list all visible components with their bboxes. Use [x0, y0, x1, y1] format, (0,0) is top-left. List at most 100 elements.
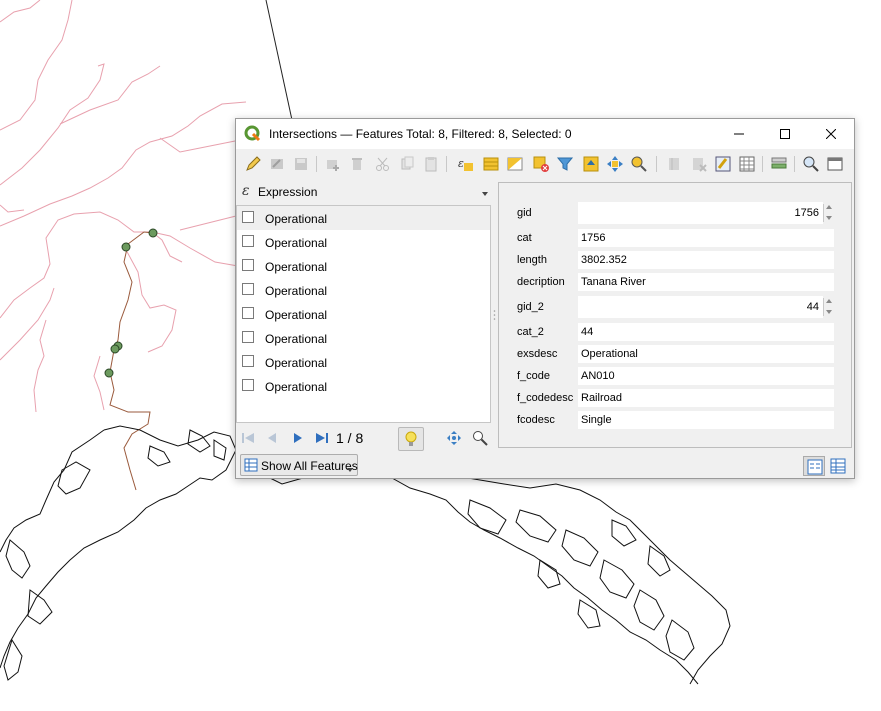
minimize-icon — [734, 133, 744, 135]
close-button[interactable] — [808, 119, 854, 149]
save-edits-icon[interactable] — [292, 155, 310, 173]
list-item[interactable]: Operational — [237, 374, 490, 398]
feature-checkbox[interactable] — [242, 283, 254, 295]
feature-checkbox[interactable] — [242, 331, 254, 343]
title-bar[interactable]: Intersections — Features Total: 8, Filte… — [236, 119, 854, 149]
minimize-button[interactable] — [716, 119, 762, 149]
add-feature-icon[interactable] — [324, 155, 342, 173]
feature-checkbox[interactable] — [242, 259, 254, 271]
boundary-line — [265, 0, 293, 121]
list-item[interactable]: Operational — [237, 302, 490, 326]
field-label-cat-2: cat_2 — [517, 326, 544, 338]
feature-checkbox[interactable] — [242, 379, 254, 391]
maximize-icon — [780, 129, 790, 139]
qgis-icon — [244, 125, 261, 142]
feature-checkbox[interactable] — [242, 355, 254, 367]
spin-down-icon[interactable] — [826, 310, 832, 314]
paste-icon[interactable] — [422, 155, 440, 173]
move-selection-top-icon[interactable] — [582, 155, 600, 173]
feature-label: Operational — [265, 212, 328, 226]
cut-icon[interactable] — [374, 155, 392, 173]
spin-up-icon[interactable] — [826, 205, 832, 209]
lightbulb-icon — [405, 431, 417, 446]
feature-checkbox[interactable] — [242, 307, 254, 319]
display-expression-selector[interactable]: ε Expression — [238, 181, 492, 203]
gid-spinbox[interactable]: 1756 — [578, 202, 834, 224]
show-all-features-label: Show All Features — [261, 459, 358, 473]
expression-label: Expression — [258, 185, 318, 199]
dock-icon[interactable] — [826, 155, 844, 173]
list-item[interactable]: Operational — [237, 230, 490, 254]
f-codedesc-field[interactable]: Railroad — [578, 389, 834, 407]
feature-navigation: 1 / 8 — [236, 425, 492, 451]
spin-separator — [823, 298, 824, 316]
maximize-button[interactable] — [762, 119, 808, 149]
copy-icon[interactable] — [398, 155, 416, 173]
list-item[interactable]: Operational — [237, 278, 490, 302]
table-icon — [244, 458, 258, 472]
delete-feature-icon[interactable] — [348, 155, 366, 173]
invert-selection-icon[interactable] — [506, 155, 524, 173]
spin-down-icon[interactable] — [826, 216, 832, 220]
window-title: Intersections — Features Total: 8, Filte… — [269, 127, 572, 141]
feature-checkbox[interactable] — [242, 211, 254, 223]
zoom-to-selection-icon[interactable] — [630, 155, 648, 173]
splitter-handle[interactable] — [493, 309, 496, 323]
list-item[interactable]: Operational — [237, 350, 490, 374]
highlight-feature-button[interactable] — [398, 427, 424, 451]
first-feature-icon[interactable] — [240, 430, 256, 446]
field-calculator-icon[interactable] — [714, 155, 732, 173]
previous-feature-icon[interactable] — [264, 430, 280, 446]
filter-select-icon[interactable] — [556, 155, 574, 173]
conditional-formatting-icon[interactable] — [738, 155, 756, 173]
chevron-down-icon — [347, 468, 353, 472]
field-label-length: length — [517, 254, 547, 266]
form-view-button[interactable] — [803, 456, 825, 476]
feature-checkbox[interactable] — [242, 235, 254, 247]
last-feature-icon[interactable] — [314, 430, 330, 446]
multi-edit-icon[interactable] — [268, 155, 286, 173]
next-feature-icon[interactable] — [290, 430, 306, 446]
feature-label: Operational — [265, 332, 328, 346]
select-by-expression-icon[interactable]: ε — [456, 155, 474, 173]
gid-2-spinbox[interactable]: 44 — [578, 296, 834, 318]
zoom-map-to-features-icon[interactable] — [802, 155, 820, 173]
actions-icon[interactable] — [770, 155, 788, 173]
gid-value[interactable]: 1756 — [578, 202, 823, 224]
pan-to-feature-icon[interactable] — [446, 430, 462, 446]
list-item[interactable]: Operational — [237, 254, 490, 278]
decription-field[interactable]: Tanana River — [578, 273, 834, 291]
exsdesc-field[interactable]: Operational — [578, 345, 834, 363]
gid-2-value[interactable]: 44 — [578, 296, 823, 318]
cat-field[interactable]: 1756 — [578, 229, 834, 247]
close-icon — [826, 129, 836, 139]
feature-counter: 1 / 8 — [336, 430, 364, 446]
delete-field-icon[interactable] — [690, 155, 708, 173]
list-item[interactable]: Operational — [237, 326, 490, 350]
field-label-gid-2: gid_2 — [517, 301, 544, 313]
field-label-exsdesc: exsdesc — [517, 348, 558, 360]
cat-2-field[interactable]: 44 — [578, 323, 834, 341]
select-all-icon[interactable] — [482, 155, 500, 173]
spin-up-icon[interactable] — [826, 299, 832, 303]
attribute-table-dialog: Intersections — Features Total: 8, Filte… — [235, 118, 855, 479]
toggle-editing-icon[interactable] — [244, 155, 262, 173]
zoom-to-feature-icon[interactable] — [472, 430, 488, 446]
attribute-form: gid 1756 cat 1756 length 3802.352 decrip… — [498, 182, 852, 448]
deselect-all-icon[interactable] — [532, 155, 550, 173]
show-all-features-button[interactable]: Show All Features — [240, 454, 358, 476]
table-view-icon — [830, 458, 846, 474]
pan-to-selection-icon[interactable] — [606, 155, 624, 173]
railroad-line — [109, 231, 154, 491]
form-view-icon — [807, 459, 823, 475]
feature-label: Operational — [265, 380, 328, 394]
table-view-button[interactable] — [827, 456, 849, 476]
feature-list[interactable]: Operational Operational Operational Oper… — [236, 205, 491, 423]
f-code-field[interactable]: AN010 — [578, 367, 834, 385]
length-field[interactable]: 3802.352 — [578, 251, 834, 269]
feature-label: Operational — [265, 284, 328, 298]
feature-label: Operational — [265, 356, 328, 370]
list-item[interactable]: Operational — [237, 206, 490, 230]
fcodesc-field[interactable]: Single — [578, 411, 834, 429]
new-field-icon[interactable] — [666, 155, 684, 173]
